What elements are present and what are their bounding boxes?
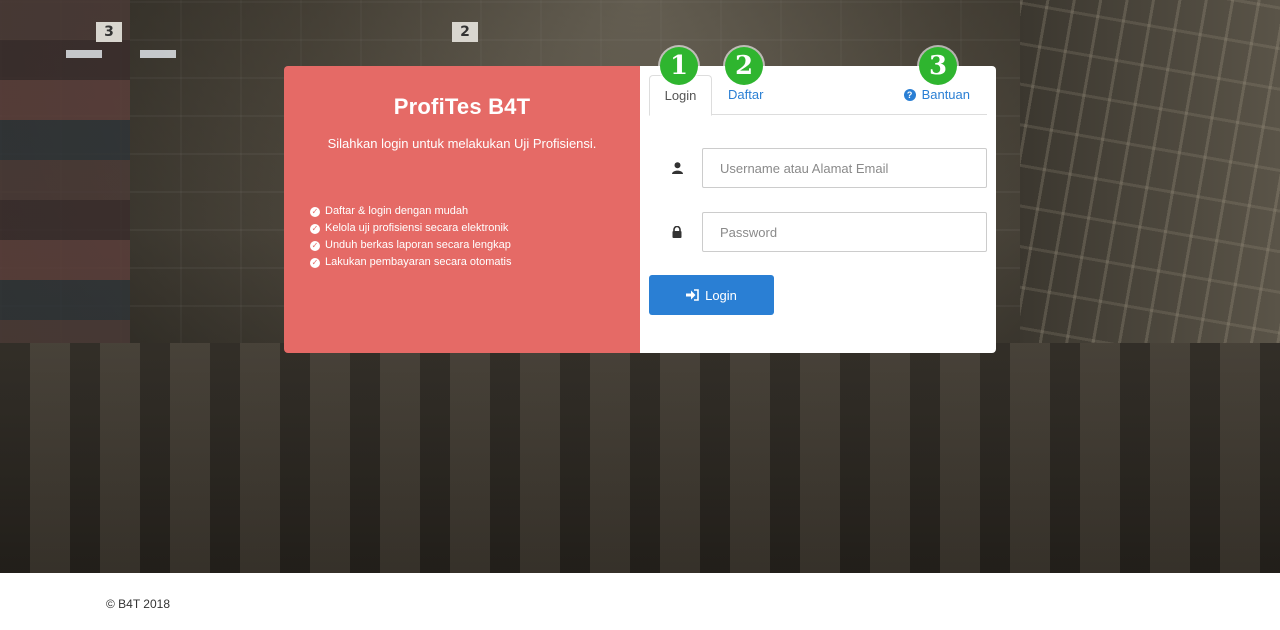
feature-text: Daftar & login dengan mudah <box>325 205 469 217</box>
question-circle-icon: ? <box>903 89 916 101</box>
app-title: ProfiTes B4T <box>393 94 531 119</box>
form-panel: Login Daftar ? Bantuan Login <box>640 66 996 353</box>
background-sign: 3 <box>96 22 122 42</box>
feature-item: ✓ Unduh berkas laporan secara lengkap <box>310 237 640 254</box>
login-button[interactable]: Login <box>649 275 774 315</box>
background-sign: 2 <box>452 22 478 42</box>
feature-list: ✓ Daftar & login dengan mudah ✓ Kelola u… <box>284 203 640 271</box>
feature-item: ✓ Lakukan pembayaran secara otomatis <box>310 254 640 271</box>
feature-text: Lakukan pembayaran secara otomatis <box>325 256 512 268</box>
check-circle-icon: ✓ <box>310 240 320 251</box>
feature-text: Unduh berkas laporan secara lengkap <box>325 239 511 251</box>
login-card: ProfiTes B4T Silahkan login untuk melaku… <box>284 66 996 353</box>
annotation-marker-1: 1 <box>660 47 698 85</box>
check-circle-icon: ✓ <box>310 257 320 268</box>
annotation-marker-3: 3 <box>919 47 957 85</box>
feature-text: Kelola uji profisiensi secara elektronik <box>325 222 509 234</box>
feature-item: ✓ Daftar & login dengan mudah <box>310 203 640 220</box>
background-light <box>140 50 176 58</box>
app-subtitle: Silahkan login untuk melakukan Uji Profi… <box>327 136 597 151</box>
username-input[interactable] <box>702 148 987 188</box>
info-panel: ProfiTes B4T Silahkan login untuk melaku… <box>284 66 640 353</box>
login-button-label: Login <box>705 287 737 303</box>
password-input[interactable] <box>702 212 987 252</box>
sign-in-icon <box>686 289 699 301</box>
check-circle-icon: ✓ <box>310 223 320 234</box>
check-circle-icon: ✓ <box>310 206 320 217</box>
feature-item: ✓ Kelola uji profisiensi secara elektron… <box>310 220 640 237</box>
footer: © B4T 2018 <box>0 573 1280 630</box>
user-icon <box>670 161 684 175</box>
lock-icon <box>670 225 684 239</box>
annotation-marker-2: 2 <box>725 47 763 85</box>
background-floor <box>0 343 1280 573</box>
background-light <box>66 50 102 58</box>
footer-copyright: © B4T 2018 <box>106 597 170 611</box>
